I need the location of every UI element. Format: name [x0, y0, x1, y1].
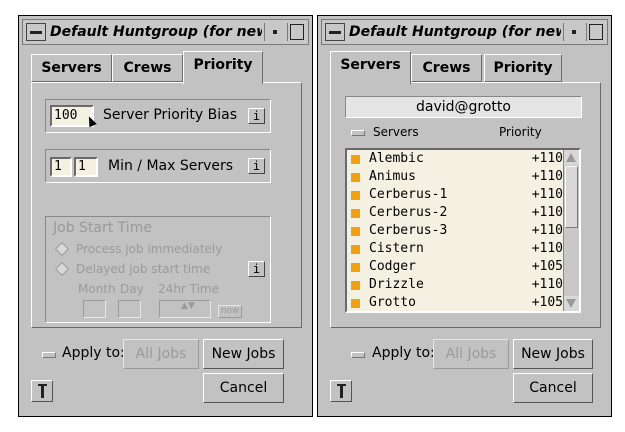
job-start-title: Job Start Time — [53, 220, 152, 236]
time-spinner-icon[interactable]: ▲▼ — [181, 301, 195, 311]
scroll-up-icon[interactable] — [564, 150, 579, 165]
tab-priority[interactable]: Priority — [183, 51, 263, 84]
max-servers-input[interactable]: 1 — [74, 157, 98, 177]
minimize-icon[interactable] — [264, 23, 284, 41]
apply-to-label: Apply to: — [372, 345, 435, 361]
server-marker-icon — [351, 281, 360, 290]
server-marker-icon — [351, 299, 360, 308]
tab-crews[interactable]: Crews — [112, 54, 183, 82]
tab-crews[interactable]: Crews — [411, 54, 482, 82]
list-item[interactable]: Animus +110 — [349, 168, 563, 186]
apply-to-label: Apply to: — [62, 345, 125, 361]
now-button[interactable]: now — [218, 305, 242, 318]
left-titlebar[interactable]: Default Huntgroup (for new — [22, 19, 309, 45]
left-dialog-window: Default Huntgroup (for new Servers Crews… — [18, 15, 313, 417]
job-start-info-button[interactable]: i — [248, 261, 265, 277]
list-item[interactable]: Codger +105 — [349, 258, 563, 276]
server-marker-icon — [351, 155, 360, 164]
month-input[interactable] — [83, 300, 106, 318]
day-input[interactable] — [118, 300, 141, 318]
process-immediately-label: Process job immediately — [76, 242, 223, 256]
list-item[interactable]: Cerberus-1 +110 — [349, 186, 563, 204]
new-jobs-button[interactable]: New Jobs — [513, 339, 593, 369]
all-jobs-button[interactable]: All Jobs — [123, 339, 199, 369]
priority-column-header: Priority — [499, 125, 542, 139]
list-item[interactable]: Cerberus-2 +110 — [349, 204, 563, 222]
list-item[interactable]: Cistern +110 — [349, 240, 563, 258]
priority-bias-info-button[interactable]: i — [248, 108, 265, 124]
window-menu-icon[interactable] — [26, 23, 46, 41]
cancel-button[interactable]: Cancel — [203, 373, 284, 403]
delayed-start-label: Delayed job start time — [76, 262, 211, 276]
info-corner-icon[interactable] — [31, 380, 53, 402]
cancel-button[interactable]: Cancel — [513, 373, 593, 403]
server-marker-icon — [351, 245, 360, 254]
tab-servers[interactable]: Servers — [330, 51, 411, 84]
tab-priority[interactable]: Priority — [484, 54, 562, 82]
day-label: Day — [120, 282, 144, 296]
window-menu-icon[interactable] — [325, 23, 345, 41]
list-item[interactable]: Cerberus-3 +110 — [349, 222, 563, 240]
right-dialog-window: Default Huntgroup (for new j Servers Cre… — [317, 15, 612, 417]
min-max-info-button[interactable]: i — [248, 158, 265, 174]
min-max-label: Min / Max Servers — [108, 158, 234, 174]
server-marker-icon — [351, 191, 360, 200]
server-marker-icon — [351, 209, 360, 218]
all-jobs-button[interactable]: All Jobs — [433, 339, 509, 369]
minimize-icon[interactable] — [563, 23, 583, 41]
apply-to-toggle[interactable] — [351, 352, 365, 358]
month-label: Month — [78, 282, 116, 296]
scroll-down-icon[interactable] — [564, 296, 579, 311]
window-title: Default Huntgroup (for new j — [349, 24, 561, 40]
servers-toggle[interactable] — [351, 130, 365, 136]
server-marker-icon — [351, 173, 360, 182]
servers-list[interactable]: Alembic +110 Animus +110 Cerberus-1 +110 Ce… — [345, 148, 581, 313]
list-item[interactable]: Alembic +110 — [349, 150, 563, 168]
list-item[interactable]: Grotto +105 — [349, 294, 563, 311]
maximize-icon[interactable] — [287, 23, 305, 41]
apply-to-toggle[interactable] — [42, 352, 56, 358]
list-item[interactable]: Drizzle +110 — [349, 276, 563, 294]
tab-servers[interactable]: Servers — [31, 54, 112, 82]
priority-pane: 100 Server Priority Bias i 1 1 Min / Max… — [31, 82, 302, 328]
maximize-icon[interactable] — [586, 23, 604, 41]
user-field: david@grotto — [345, 96, 582, 118]
priority-bias-label: Server Priority Bias — [103, 107, 238, 123]
servers-column-header: Servers — [373, 125, 419, 139]
info-corner-icon[interactable] — [330, 380, 352, 402]
server-marker-icon — [351, 263, 360, 272]
time-label: 24hr Time — [158, 282, 219, 296]
right-titlebar[interactable]: Default Huntgroup (for new j — [321, 19, 608, 45]
server-marker-icon — [351, 227, 360, 236]
new-jobs-button[interactable]: New Jobs — [203, 339, 284, 369]
scroll-thumb[interactable] — [565, 166, 578, 228]
list-scrollbar[interactable] — [563, 150, 579, 311]
min-servers-input[interactable]: 1 — [50, 157, 72, 177]
window-title: Default Huntgroup (for new — [50, 24, 262, 40]
